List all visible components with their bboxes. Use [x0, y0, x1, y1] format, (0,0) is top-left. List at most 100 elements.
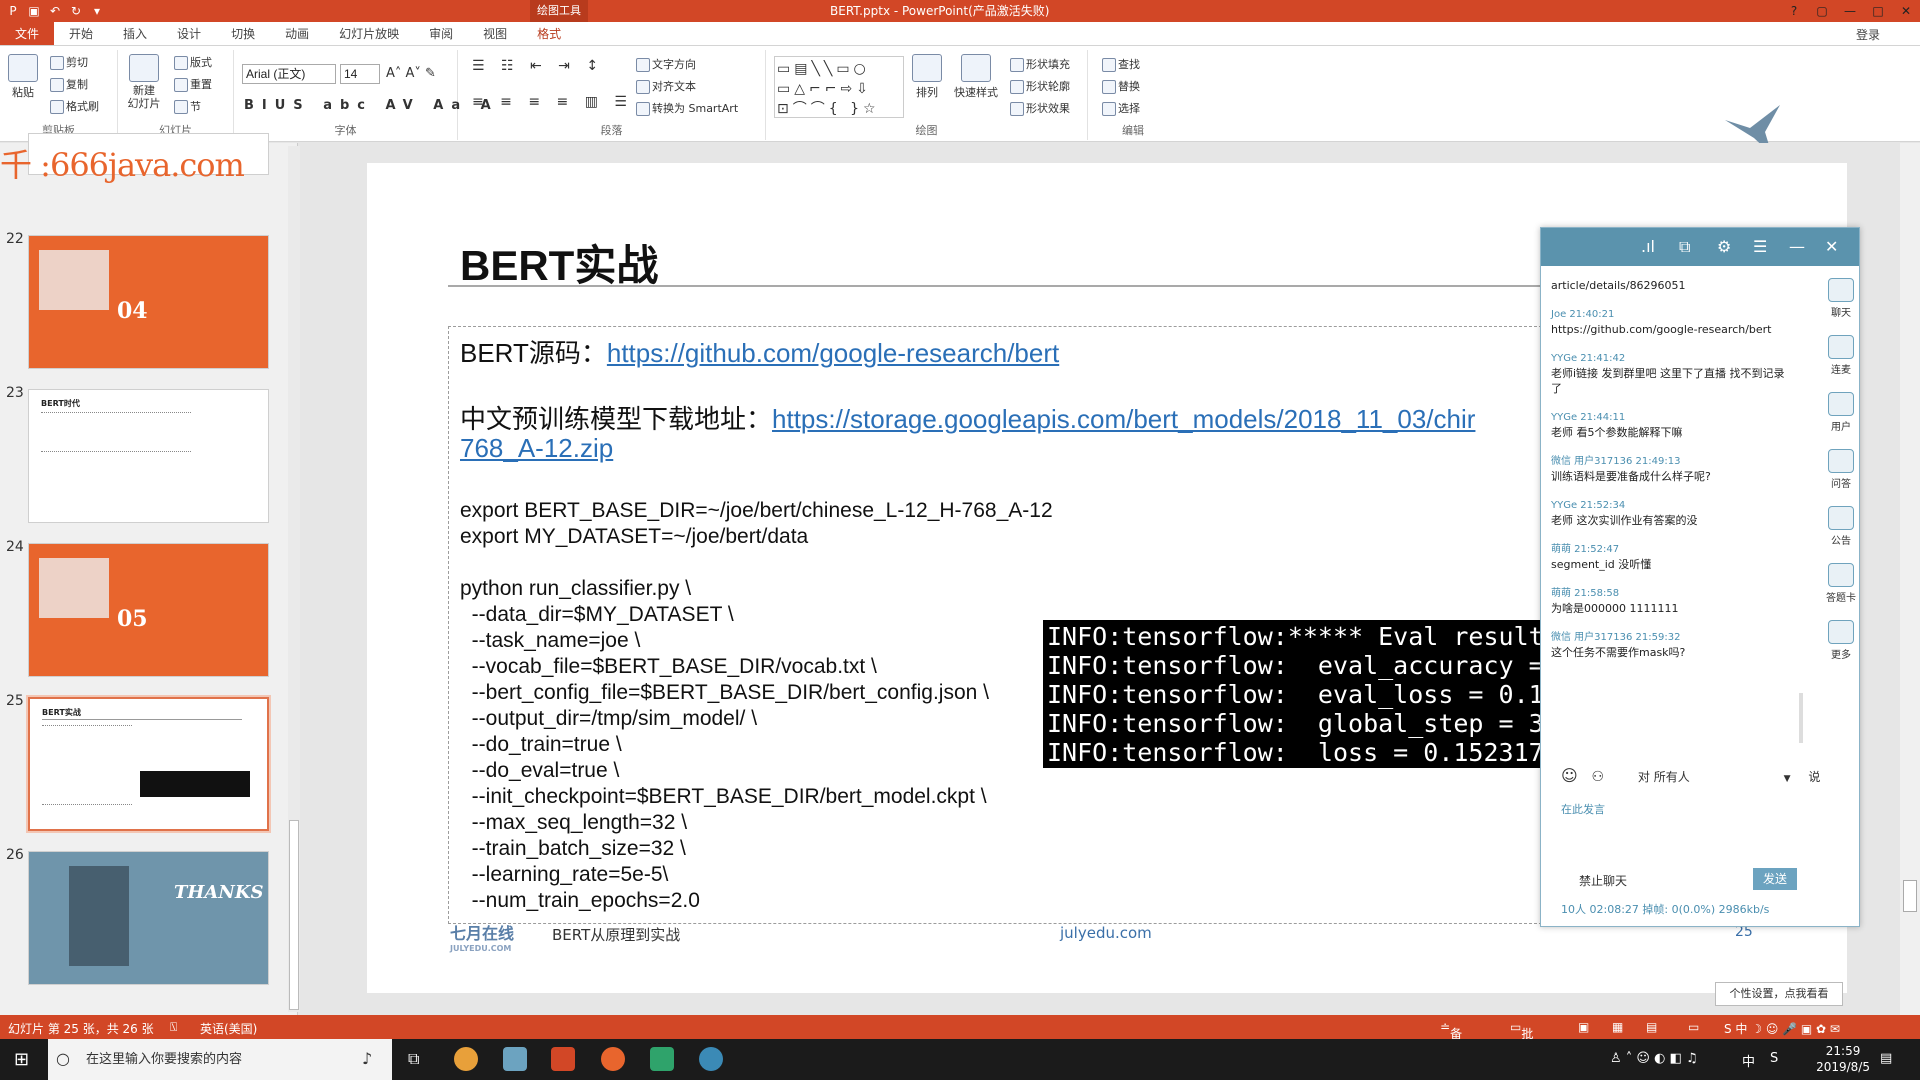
close-icon[interactable]: ✕ [1892, 0, 1920, 22]
comments-button[interactable]: ▭ 批注 [1510, 1020, 1533, 1058]
login-link[interactable]: 登录 [1856, 26, 1880, 43]
pycharm-icon[interactable] [650, 1047, 674, 1071]
sidebar-item-notice[interactable]: 公告 [1821, 506, 1861, 547]
window-icon[interactable]: ⧉ [1679, 237, 1690, 257]
taskbar-search-input[interactable]: 在这里输入你要搜索的内容 [48, 1039, 392, 1080]
menu-icon[interactable]: ☰ [1753, 237, 1767, 256]
tab-view[interactable]: 视图 [468, 22, 522, 45]
sidebar-item-more[interactable]: 更多 [1821, 620, 1861, 661]
copy-button[interactable]: 复制 [50, 76, 88, 92]
chevron-down-icon[interactable]: ▼ [1784, 774, 1791, 784]
notification-icon[interactable]: ▤ [1880, 1051, 1892, 1066]
sidebar-item-qa[interactable]: 问答 [1821, 449, 1861, 490]
sidebar-item-chat[interactable]: 聊天 [1821, 278, 1861, 319]
terminal-output-image[interactable]: INFO:tensorflow:***** Eval result INFO:te… [1043, 620, 1543, 768]
font-size-combo[interactable]: 14 [340, 64, 380, 84]
jupyter-icon[interactable] [601, 1047, 625, 1071]
arrange-button[interactable]: 排列 [912, 54, 942, 100]
slide-thumbnail[interactable]: 05 [28, 543, 269, 677]
slide-thumbnail-selected[interactable]: BERT实战 [28, 697, 269, 831]
notes-button[interactable]: ≐ 备注 [1440, 1020, 1462, 1058]
settings-icon[interactable]: ⚙ [1717, 237, 1731, 256]
settings-tip-button[interactable]: 个性设置，点我看看 [1715, 982, 1843, 1006]
smartart-button[interactable]: 转换为 SmartArt [636, 100, 738, 116]
align-text-button[interactable]: 对齐文本 [636, 78, 696, 94]
send-button[interactable]: 发送 [1753, 868, 1797, 890]
shape-effects-button[interactable]: 形状效果 [1010, 100, 1070, 116]
paste-button[interactable]: 粘贴 [8, 54, 38, 100]
minimize-icon[interactable]: — [1789, 237, 1805, 256]
slide-scrollbar-thumb[interactable] [1903, 880, 1917, 912]
ribbon-display-icon[interactable]: ▢ [1808, 0, 1836, 22]
model-download-link[interactable]: https://storage.googleapis.com/bert_mode… [772, 404, 1475, 434]
live-classroom-icon[interactable] [503, 1047, 527, 1071]
slideshow-icon[interactable]: ▭ [1688, 1020, 1699, 1034]
tab-home[interactable]: 开始 [54, 22, 108, 45]
save-icon[interactable]: ▣ [25, 3, 43, 19]
font-size-buttons[interactable]: A˄ A˅ ✎ [386, 66, 436, 81]
redo-icon[interactable]: ↻ [67, 3, 85, 19]
list-buttons[interactable]: ☰ ☷ ⇤ ⇥ ↕ [472, 58, 604, 74]
quick-styles-button[interactable]: 快速样式 [952, 54, 1000, 100]
align-buttons[interactable]: ≡ ≡ ≡ ≡ ▥ ☰ [472, 94, 633, 110]
recipient-select[interactable]: 对 所有人 [1638, 770, 1690, 784]
customize-icon[interactable]: ▾ [88, 3, 106, 19]
language-indicator[interactable]: 英语(美国) [200, 1020, 257, 1037]
windows-start-icon[interactable]: ⊞ [14, 1049, 29, 1070]
undo-icon[interactable]: ↶ [46, 3, 64, 19]
input-method-icon[interactable]: S [1770, 1051, 1778, 1066]
normal-view-icon[interactable]: ▣ [1578, 1020, 1589, 1034]
chat-app-icon[interactable] [699, 1047, 723, 1071]
tab-animations[interactable]: 动画 [270, 22, 324, 45]
replace-button[interactable]: 替换 [1102, 78, 1140, 94]
find-button[interactable]: 查找 [1102, 56, 1140, 72]
tab-slideshow[interactable]: 幻灯片放映 [324, 22, 414, 45]
new-slide-button[interactable]: 新建 幻灯片 [124, 54, 164, 110]
ime-indicator[interactable]: 中 [1742, 1051, 1755, 1070]
spellcheck-icon[interactable]: ⍂ [170, 1020, 177, 1035]
slide-thumbnail[interactable]: BERT时代 [28, 389, 269, 523]
slide-thumbnail[interactable]: THANKS [28, 851, 269, 985]
slide-title[interactable]: BERT实战 [460, 232, 658, 293]
shape-fill-button[interactable]: 形状填充 [1010, 56, 1070, 72]
layout-button[interactable]: 版式 [174, 54, 212, 70]
sorter-view-icon[interactable]: ▦ [1612, 1020, 1623, 1034]
powerpoint-taskbar-icon[interactable] [551, 1047, 575, 1071]
tab-insert[interactable]: 插入 [108, 22, 162, 45]
sidebar-item-mic[interactable]: 连麦 [1821, 335, 1861, 376]
tab-format[interactable]: 格式 [522, 22, 576, 45]
cortana-icon[interactable]: ○ [56, 1049, 70, 1068]
tab-transitions[interactable]: 切换 [216, 22, 270, 45]
text-direction-button[interactable]: 文字方向 [636, 56, 696, 72]
chat-input[interactable]: 在此发言 [1561, 801, 1605, 817]
maximize-icon[interactable]: □ [1864, 0, 1892, 22]
sidebar-item-answer-card[interactable]: 答题卡 [1821, 563, 1861, 604]
emoji-icon[interactable]: ☺ [1561, 766, 1578, 785]
ban-chat-toggle[interactable]: 禁止聊天 [1579, 872, 1627, 889]
thumbnails-scrollbar-thumb[interactable] [289, 820, 299, 1010]
users-icon[interactable]: ⚇ [1592, 769, 1605, 785]
chrome-icon[interactable] [454, 1047, 478, 1071]
reading-view-icon[interactable]: ▤ [1646, 1020, 1657, 1034]
tab-review[interactable]: 审阅 [414, 22, 468, 45]
model-download-link-cont[interactable]: 768_A-12.zip [460, 433, 613, 463]
chat-scrollbar[interactable] [1799, 693, 1803, 743]
slide-thumbnail[interactable]: 04 [28, 235, 269, 369]
section-button[interactable]: 节 [174, 98, 201, 114]
task-view-icon[interactable]: ⧉ [408, 1049, 419, 1069]
font-name-combo[interactable]: Arial (正文) [242, 64, 336, 84]
ime-toolbar[interactable]: S 中 ☽ ☺ 🎤 ▣ ✿ ✉ [1724, 1020, 1840, 1037]
tab-design[interactable]: 设计 [162, 22, 216, 45]
tab-file[interactable]: 文件 [0, 22, 55, 45]
shape-outline-button[interactable]: 形状轮廓 [1010, 78, 1070, 94]
select-button[interactable]: 选择 [1102, 100, 1140, 116]
system-tray-icons[interactable]: ♙ ˄ ☺ ◐ ◧ ♫ [1610, 1051, 1698, 1066]
sidebar-item-users[interactable]: 用户 [1821, 392, 1861, 433]
minimize-icon[interactable]: — [1836, 0, 1864, 22]
shapes-gallery[interactable]: ▭▤╲╲▭○ ▭△⌐⌐⇨⇩ ⊡⌒⌒{ }☆ [774, 56, 904, 118]
reset-button[interactable]: 重置 [174, 76, 212, 92]
github-link[interactable]: https://github.com/google-research/bert [607, 338, 1059, 368]
microphone-icon[interactable]: ♪ [362, 1049, 372, 1068]
close-icon[interactable]: ✕ [1825, 237, 1838, 256]
cut-button[interactable]: 剪切 [50, 54, 88, 70]
